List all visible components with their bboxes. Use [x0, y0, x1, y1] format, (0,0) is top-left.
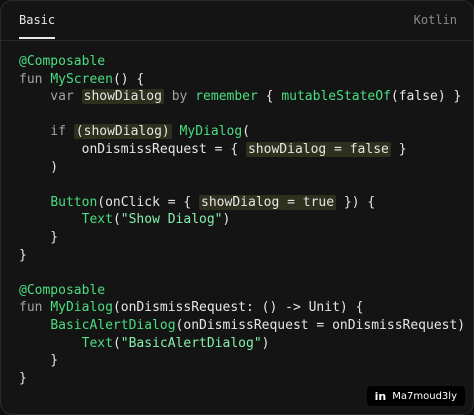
highlighted-token: showDialog	[81, 89, 164, 105]
author-badge[interactable]: in Ma7moud3ly	[366, 386, 465, 406]
code-text: (onDismissRequest: () -> Unit) {	[112, 300, 364, 316]
function-name: MyDialog	[179, 124, 243, 140]
code-text: }	[19, 247, 27, 263]
string-literal: "Show Dialog"	[120, 212, 223, 228]
function-name: MyDialog	[50, 300, 113, 316]
keyword: fun	[19, 300, 51, 316]
author-name: Ma7moud3ly	[392, 390, 457, 402]
code-header: Basic Kotlin	[1, 1, 473, 41]
function-name: BasicAlertDialog	[50, 317, 176, 333]
code-text: () {	[112, 71, 145, 87]
code-text: )	[222, 212, 231, 228]
tab-basic[interactable]: Basic	[19, 13, 56, 39]
code-text: )	[19, 159, 59, 175]
function-name: mutableStateOf	[281, 89, 391, 105]
annotation: @Composable	[19, 282, 106, 298]
string-literal: "BasicAlertDialog"	[120, 335, 262, 351]
function-name: Button	[50, 194, 98, 210]
code-text: (false) }	[390, 89, 462, 105]
code-text: {	[257, 89, 282, 105]
code-block: @Composable fun MyScreen() { var showDia…	[19, 53, 474, 387]
linkedin-icon: in	[374, 389, 387, 403]
keyword: by	[163, 89, 196, 105]
code-text: }	[390, 141, 407, 157]
function-name: remember	[195, 89, 258, 105]
highlighted-token: (showDialog)	[73, 124, 172, 140]
code-text: }) {	[336, 194, 376, 210]
function-name: Text	[81, 212, 113, 228]
code-text: }	[19, 370, 27, 386]
function-name: Text	[81, 335, 113, 351]
highlighted-token: showDialog = true	[199, 194, 337, 210]
code-text: (onClick = {	[97, 194, 200, 210]
code-text: (	[112, 212, 121, 228]
code-text: }	[19, 353, 59, 369]
highlighted-token: showDialog = false	[245, 141, 391, 157]
keyword: var	[19, 89, 82, 105]
function-name: MyScreen	[50, 71, 113, 87]
language-label: Kotlin	[413, 13, 457, 27]
code-text: (	[242, 124, 250, 140]
keyword: fun	[19, 71, 51, 87]
code-text: }	[19, 229, 59, 245]
code-text: )	[261, 335, 270, 351]
code-text: (	[112, 335, 121, 351]
code-text: onDismissRequest = {	[19, 141, 246, 157]
annotation: @Composable	[19, 54, 106, 69]
keyword: if	[19, 124, 74, 140]
code-text: (onDismissRequest = onDismissRequest) {	[175, 317, 474, 333]
code-card: Basic Kotlin @Composable fun MyScreen() …	[0, 0, 474, 415]
